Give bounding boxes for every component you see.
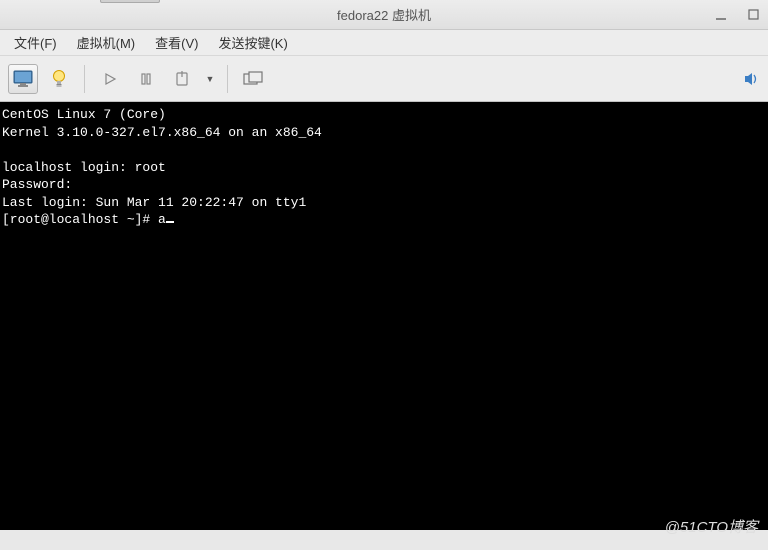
window-title: fedora22 虚拟机 (337, 5, 431, 24)
terminal-input: a (158, 212, 166, 227)
terminal-line: CentOS Linux 7 (Core) (2, 107, 166, 122)
menu-view[interactable]: 查看(V) (147, 30, 206, 55)
toolbar-separator (227, 65, 228, 93)
window-controls (714, 8, 760, 22)
watermark: @51CTO博客 (665, 516, 758, 537)
menu-vm[interactable]: 虚拟机(M) (69, 30, 144, 55)
toolbar: ▼ (0, 56, 768, 102)
play-icon (103, 72, 117, 86)
toolbar-separator (84, 65, 85, 93)
terminal-login-line: localhost login: root (2, 160, 166, 175)
menu-file[interactable]: 文件(F) (6, 30, 65, 55)
monitor-icon (13, 70, 33, 88)
menu-sendkeys[interactable]: 发送按键(K) (210, 30, 295, 55)
dropdown-button[interactable]: ▼ (203, 74, 217, 84)
shutdown-icon (175, 71, 189, 87)
titlebar-tab-decoration (100, 0, 160, 3)
terminal[interactable]: CentOS Linux 7 (Core) Kernel 3.10.0-327.… (0, 102, 768, 530)
sound-button[interactable] (744, 71, 760, 87)
menubar: 文件(F) 虚拟机(M) 查看(V) 发送按键(K) (0, 30, 768, 56)
terminal-lastlogin-line: Last login: Sun Mar 11 20:22:47 on tty1 (2, 195, 306, 210)
fullscreen-button[interactable] (238, 64, 268, 94)
minimize-button[interactable] (714, 8, 728, 22)
titlebar: fedora22 虚拟机 (0, 0, 768, 30)
stop-button[interactable] (167, 64, 197, 94)
pause-icon (139, 72, 153, 86)
pause-button[interactable] (131, 64, 161, 94)
terminal-cursor (166, 221, 174, 223)
fullscreen-icon (243, 71, 263, 87)
maximize-button[interactable] (746, 8, 760, 22)
play-button[interactable] (95, 64, 125, 94)
lightbulb-button[interactable] (44, 64, 74, 94)
terminal-prompt: [root@localhost ~]# (2, 212, 158, 227)
speaker-icon (744, 71, 760, 87)
terminal-line: Kernel 3.10.0-327.el7.x86_64 on an x86_6… (2, 125, 322, 140)
monitor-button[interactable] (8, 64, 38, 94)
lightbulb-icon (51, 69, 67, 89)
terminal-password-line: Password: (2, 177, 72, 192)
chevron-down-icon: ▼ (206, 74, 215, 84)
